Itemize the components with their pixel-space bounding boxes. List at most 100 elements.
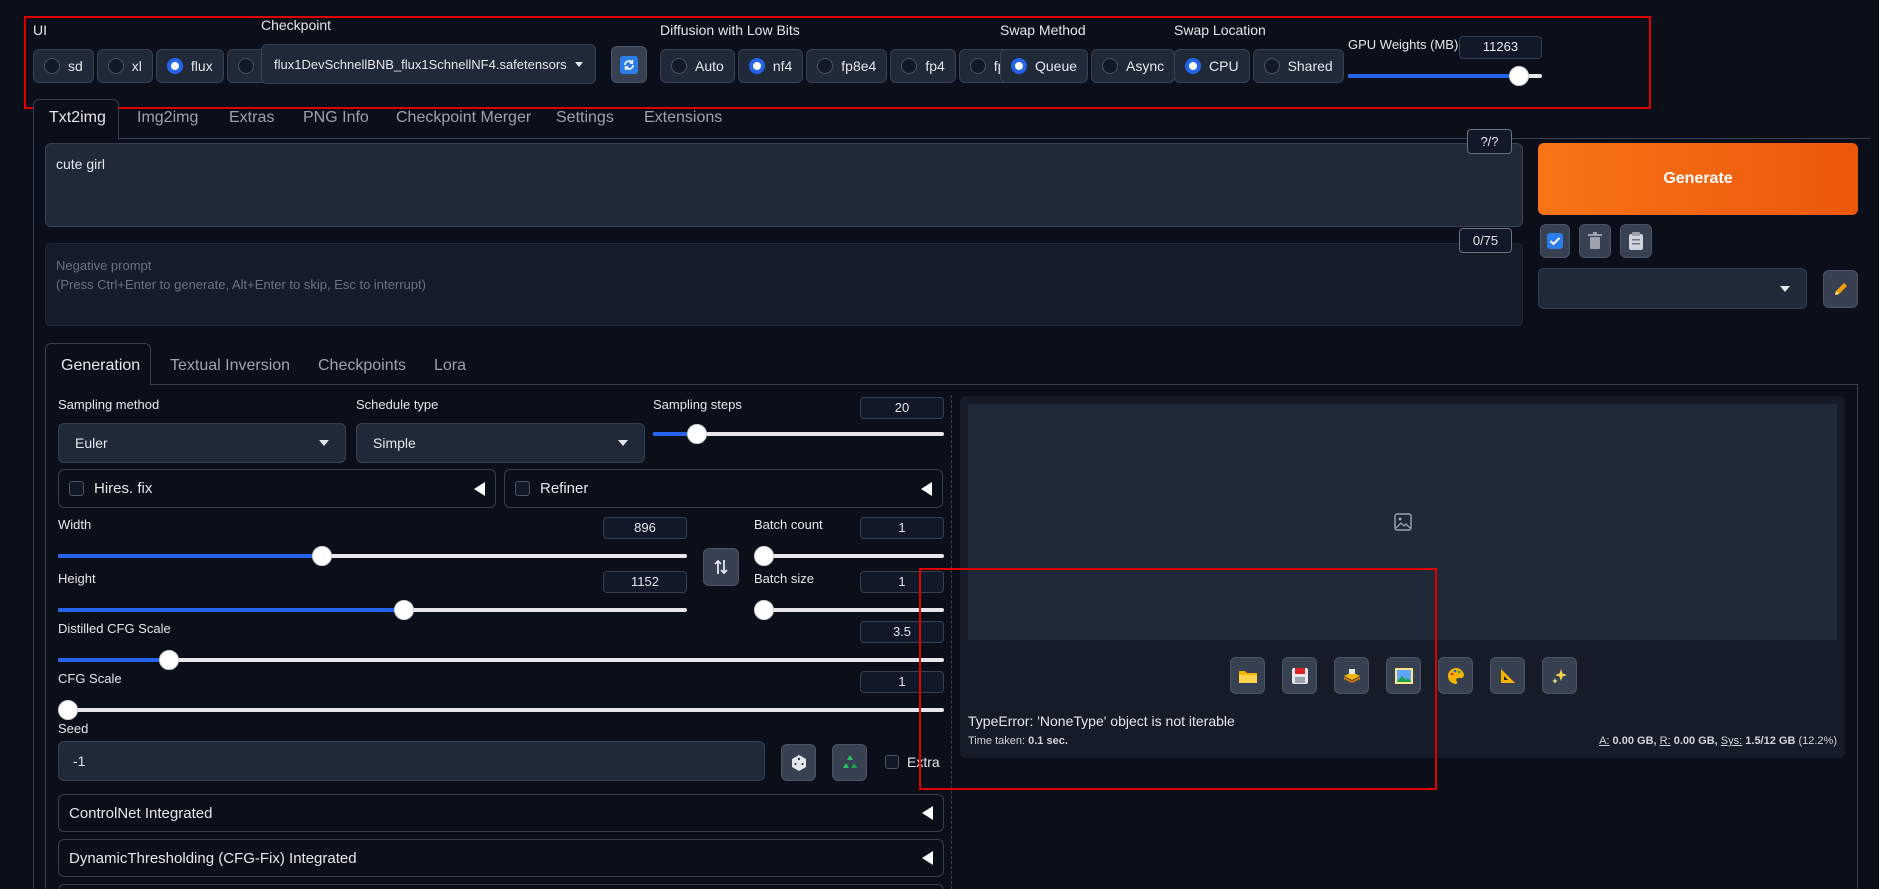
tab-checkpoint-merger[interactable]: Checkpoint Merger bbox=[396, 109, 531, 127]
styles-dropdown[interactable] bbox=[1538, 268, 1807, 309]
image-placeholder-icon bbox=[1393, 513, 1412, 531]
swap-dimensions-button[interactable] bbox=[703, 548, 739, 586]
distilled-cfg-slider[interactable] bbox=[58, 650, 944, 670]
hires-fix-label: Hires. fix bbox=[94, 480, 153, 497]
send-to-extras-button[interactable] bbox=[1490, 657, 1525, 694]
sparkle-icon bbox=[1551, 668, 1567, 684]
memory-stats: A: 0.00 GB, R: 0.00 GB, Sys: 1.5/12 GB (… bbox=[1599, 735, 1837, 747]
slider-fill bbox=[58, 554, 323, 558]
slider-fill bbox=[58, 608, 404, 612]
sampling-steps-label: Sampling steps bbox=[653, 397, 742, 412]
slider-knob[interactable] bbox=[158, 650, 179, 670]
slider-knob[interactable] bbox=[754, 546, 774, 566]
mem-a-value: 0.00 GB, bbox=[1612, 735, 1657, 747]
generate-button[interactable]: Generate bbox=[1538, 143, 1858, 215]
height-slider[interactable] bbox=[58, 600, 687, 620]
cfg-slider[interactable] bbox=[58, 700, 944, 720]
send-to-inpaint-button[interactable] bbox=[1438, 657, 1473, 694]
checkbox-icon bbox=[1547, 233, 1563, 249]
schedule-type-label: Schedule type bbox=[356, 397, 439, 412]
refiner-checkbox[interactable] bbox=[515, 481, 530, 496]
content-border bbox=[33, 139, 34, 889]
refiner-header: Refiner bbox=[515, 480, 588, 497]
batch-count-slider[interactable] bbox=[754, 546, 944, 566]
hires-fix-header: Hires. fix bbox=[69, 480, 152, 497]
dynthres-accordion[interactable]: DynamicThresholding (CFG-Fix) Integrated bbox=[58, 839, 944, 877]
schedule-type-dropdown[interactable]: Simple bbox=[356, 423, 645, 463]
hires-fix-accordion[interactable]: Hires. fix bbox=[58, 469, 496, 508]
slider-knob[interactable] bbox=[58, 700, 78, 720]
slider-knob[interactable] bbox=[754, 600, 774, 620]
tab-extras[interactable]: Extras bbox=[229, 109, 274, 127]
prompt-textarea[interactable]: cute girl bbox=[45, 143, 1523, 227]
sampling-method-dropdown[interactable]: Euler bbox=[58, 423, 346, 463]
mem-r-label: R: bbox=[1659, 735, 1671, 747]
negative-prompt-textarea[interactable]: Negative prompt (Press Ctrl+Enter to gen… bbox=[45, 243, 1523, 326]
highlight-box-top bbox=[24, 16, 1651, 109]
subtab-lora[interactable]: Lora bbox=[434, 357, 466, 375]
slider-knob[interactable] bbox=[686, 424, 707, 444]
cfg-label: CFG Scale bbox=[58, 671, 122, 686]
palette-icon bbox=[1447, 667, 1464, 684]
highlight-box-output bbox=[919, 568, 1437, 790]
pencil-icon bbox=[1834, 283, 1847, 295]
subtab-checkpoints[interactable]: Checkpoints bbox=[318, 357, 406, 375]
width-slider[interactable] bbox=[58, 546, 687, 566]
seed-input[interactable]: -1 bbox=[58, 741, 765, 781]
chevron-down-icon bbox=[618, 440, 628, 446]
recycle-icon bbox=[842, 754, 857, 768]
height-label: Height bbox=[58, 571, 96, 586]
schedule-type-value: Simple bbox=[373, 435, 416, 451]
sampling-steps-slider[interactable] bbox=[653, 424, 944, 444]
slider-knob[interactable] bbox=[393, 600, 414, 620]
tab-settings[interactable]: Settings bbox=[556, 109, 614, 127]
collapse-arrow-icon bbox=[922, 851, 933, 865]
width-input[interactable]: 896 bbox=[603, 517, 687, 539]
dice-icon bbox=[791, 754, 806, 771]
clipboard-icon bbox=[1629, 232, 1643, 250]
tab-extensions[interactable]: Extensions bbox=[644, 109, 722, 127]
extra-checkbox[interactable] bbox=[885, 755, 899, 769]
ruler-icon bbox=[1500, 668, 1515, 683]
tab-png-info[interactable]: PNG Info bbox=[303, 109, 369, 127]
edit-styles-button[interactable] bbox=[1823, 270, 1858, 308]
subtab-content-border bbox=[45, 385, 46, 889]
clear-prompt-button[interactable] bbox=[1579, 224, 1611, 258]
collapse-arrow-icon bbox=[921, 481, 932, 496]
refiner-label: Refiner bbox=[540, 480, 589, 497]
collapse-arrow-icon bbox=[474, 481, 485, 496]
width-label: Width bbox=[58, 517, 92, 532]
refiner-accordion[interactable]: Refiner bbox=[504, 469, 943, 508]
prompt-text: cute girl bbox=[56, 156, 106, 172]
slider-knob[interactable] bbox=[312, 546, 333, 566]
seed-value: -1 bbox=[73, 753, 86, 769]
subtab-textual-inversion[interactable]: Textual Inversion bbox=[170, 357, 290, 375]
random-seed-button[interactable] bbox=[781, 744, 816, 781]
reuse-seed-button[interactable] bbox=[832, 744, 867, 781]
paste-button[interactable] bbox=[1620, 224, 1652, 258]
hires-fix-checkbox[interactable] bbox=[69, 481, 84, 496]
height-input[interactable]: 1152 bbox=[603, 571, 687, 593]
negative-prompt-placeholder: Negative prompt (Press Ctrl+Enter to gen… bbox=[56, 258, 426, 292]
batch-count-label: Batch count bbox=[754, 517, 823, 532]
apply-styles-button[interactable] bbox=[1540, 224, 1570, 258]
sampling-method-label: Sampling method bbox=[58, 397, 160, 412]
mem-a-label: A: bbox=[1599, 735, 1610, 747]
trash-icon bbox=[1588, 232, 1602, 249]
chevron-down-icon bbox=[319, 440, 329, 446]
controlnet-accordion[interactable]: ControlNet Integrated bbox=[58, 794, 944, 832]
distilled-cfg-label: Distilled CFG Scale bbox=[58, 621, 171, 636]
sampling-method-value: Euler bbox=[75, 435, 108, 451]
token-counter: ?/? bbox=[1467, 129, 1512, 154]
tab-img2img[interactable]: Img2img bbox=[137, 109, 198, 127]
next-accordion-edge bbox=[58, 884, 944, 889]
swap-arrows-icon bbox=[714, 559, 728, 575]
batch-count-input[interactable]: 1 bbox=[860, 517, 944, 539]
upscale-button[interactable] bbox=[1542, 657, 1577, 694]
batch-size-slider[interactable] bbox=[754, 600, 944, 620]
seed-label: Seed bbox=[58, 721, 89, 736]
slider-fill bbox=[58, 658, 169, 662]
subtab-generation[interactable]: Generation bbox=[61, 357, 140, 375]
sampling-steps-input[interactable]: 20 bbox=[860, 397, 944, 419]
tab-txt2img[interactable]: Txt2img bbox=[49, 109, 106, 127]
